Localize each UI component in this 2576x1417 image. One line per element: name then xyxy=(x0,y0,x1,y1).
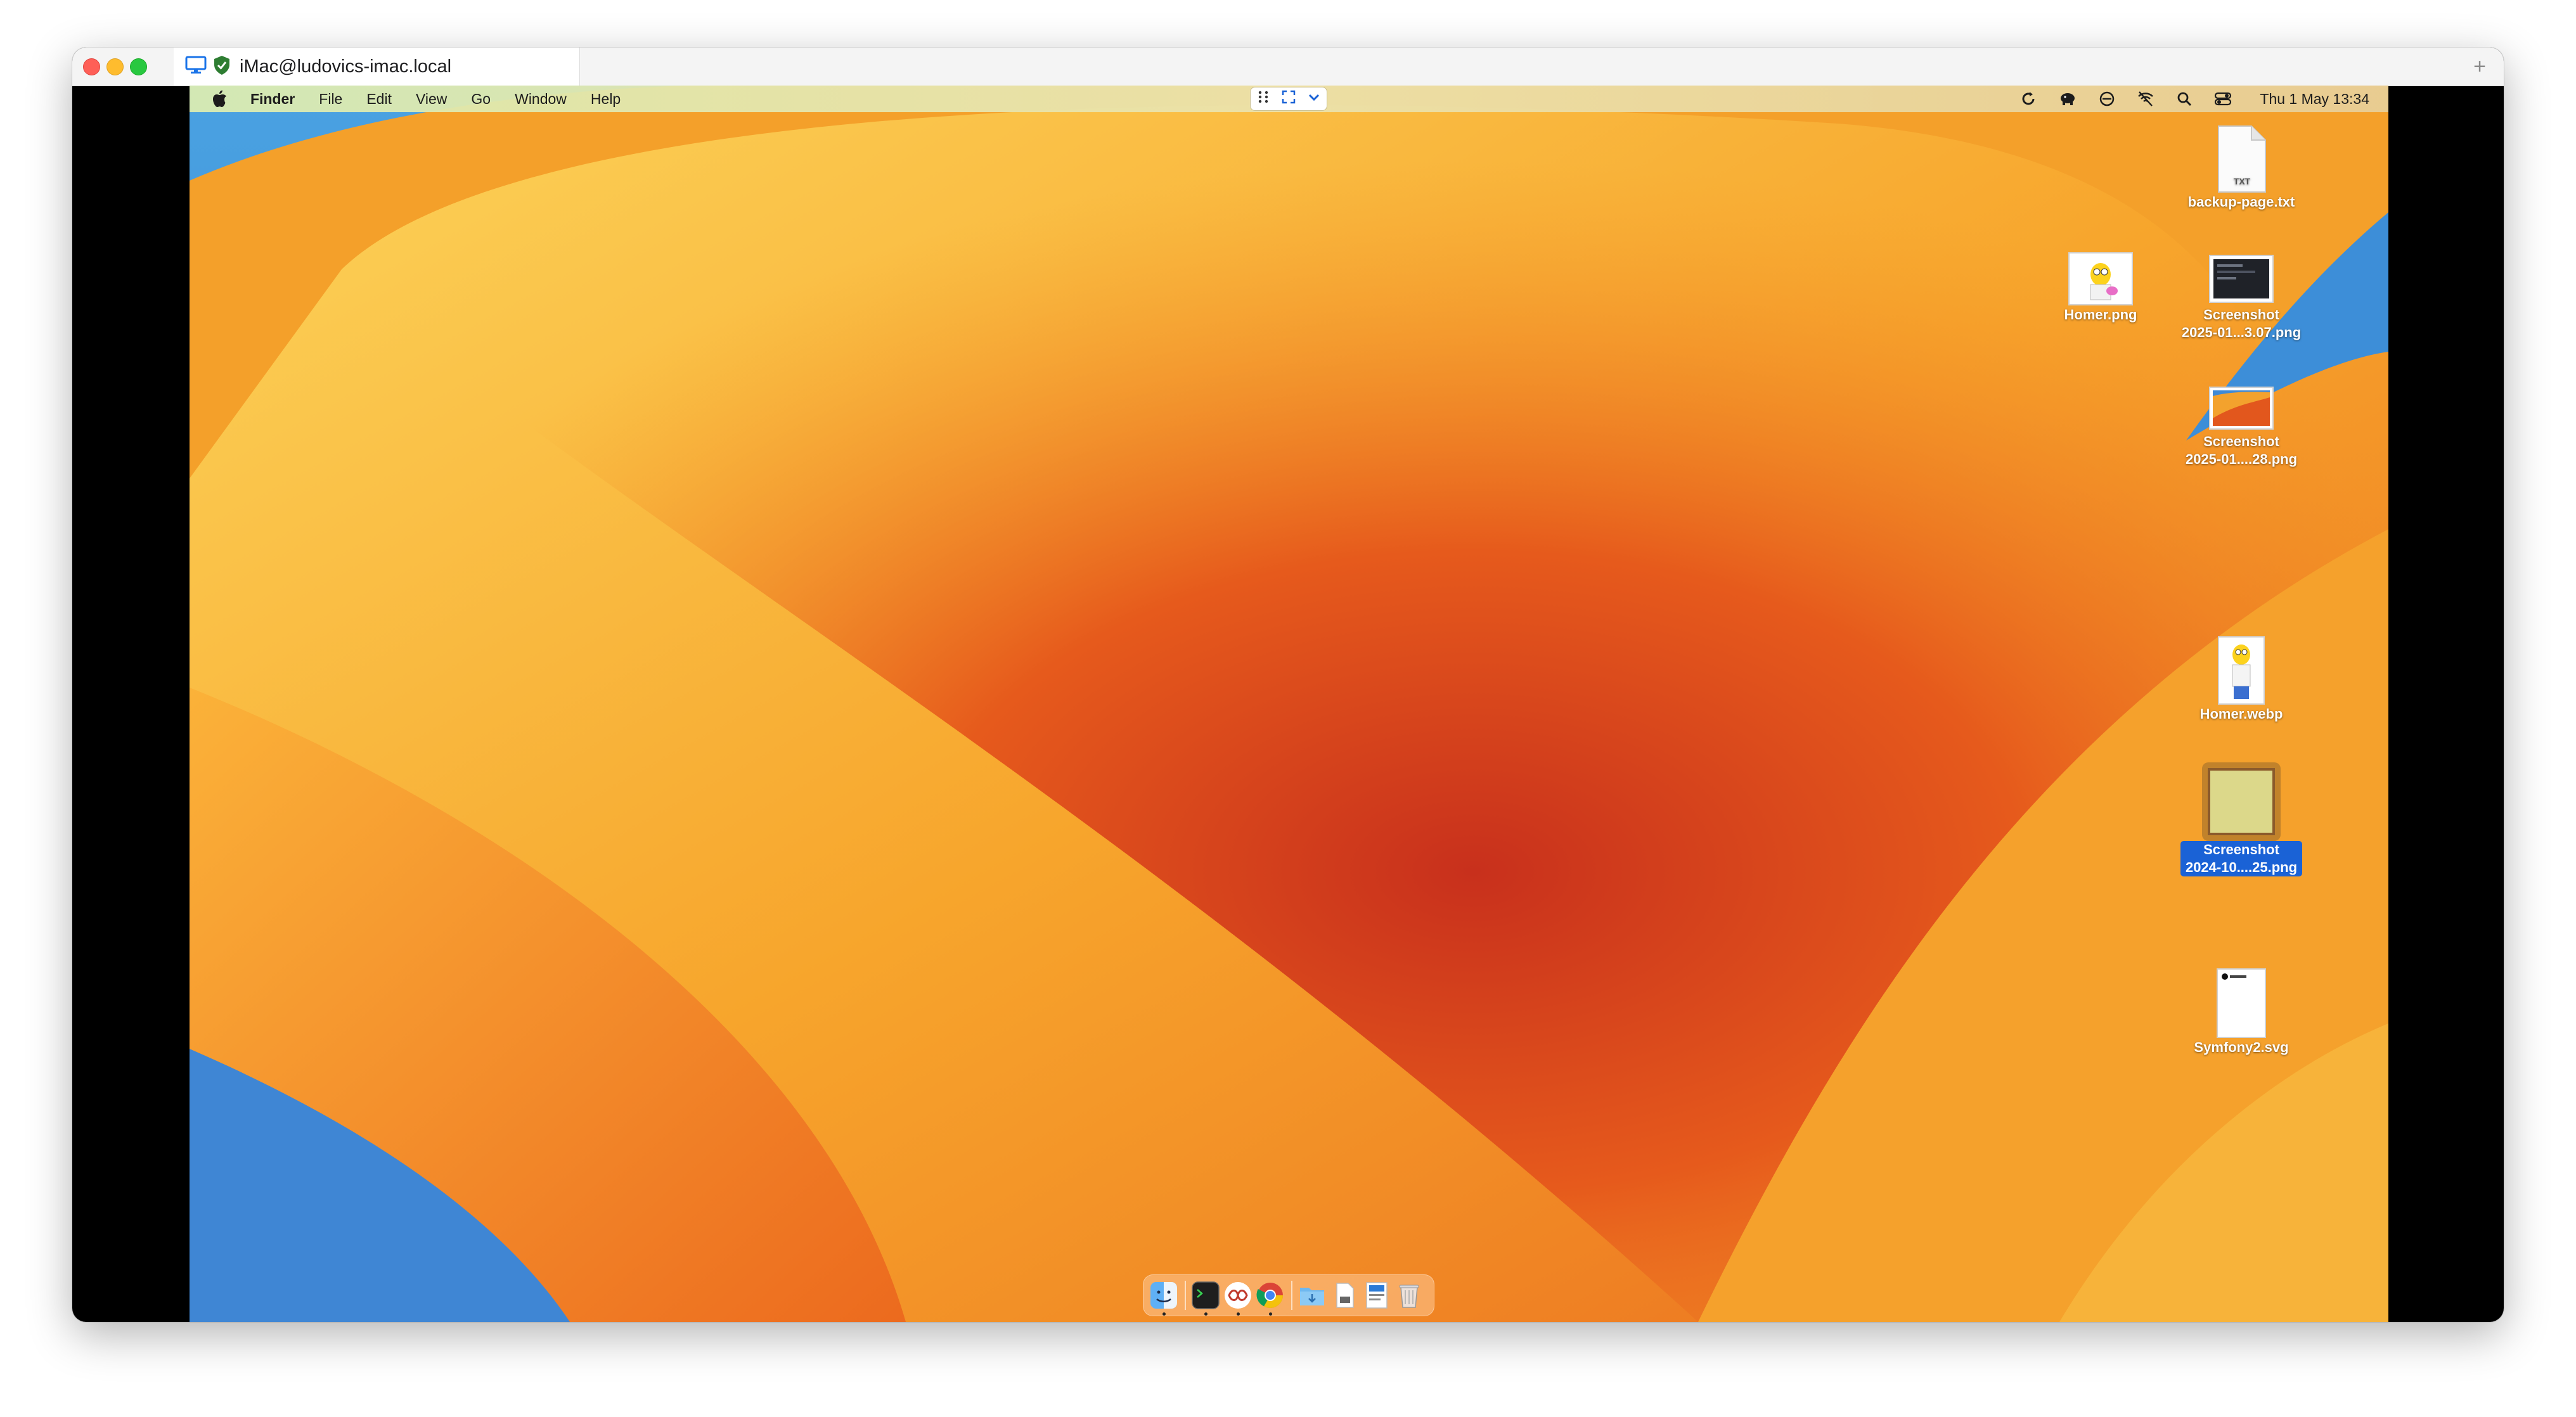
desktop-file-symfony-svg[interactable]: Symfony2.svg xyxy=(2168,968,2314,1056)
sync-icon[interactable] xyxy=(2020,91,2037,107)
menu-bar-status: Thu 1 May 13:34 xyxy=(1999,86,2369,112)
desktop-file-screenshot-2025-b[interactable]: Screenshot 2025-01....28.png xyxy=(2168,383,2314,468)
dock xyxy=(1143,1274,1434,1316)
monitor-icon xyxy=(185,56,207,78)
menu-finder[interactable]: Finder xyxy=(250,91,295,108)
running-indicator xyxy=(1269,1312,1272,1316)
dock-preview-icon[interactable] xyxy=(1363,1281,1391,1309)
running-indicator xyxy=(1204,1312,1208,1316)
file-label: Screenshot 2025-01...3.07.png xyxy=(2181,307,2302,340)
desktop-file-screenshot-2025-a[interactable]: Screenshot 2025-01...3.07.png xyxy=(2168,252,2314,342)
dock-finder-icon[interactable] xyxy=(1150,1281,1178,1316)
file-label: Homer.webp xyxy=(2199,706,2283,722)
desktop-file-screenshot-2024[interactable]: Screenshot 2024-10....25.png xyxy=(2168,762,2314,876)
maximize-button[interactable] xyxy=(130,58,147,75)
focus-mode-icon[interactable] xyxy=(2099,91,2115,107)
file-label: Homer.png xyxy=(2064,307,2137,323)
dock-remote-desktop-icon[interactable] xyxy=(1224,1281,1252,1316)
apple-logo-icon[interactable] xyxy=(211,89,228,108)
image-thumbnail-icon xyxy=(2217,636,2265,705)
screenshot-thumbnail-icon xyxy=(2208,383,2274,433)
menu-file[interactable]: File xyxy=(319,91,342,108)
menu-view[interactable]: View xyxy=(416,91,447,108)
menu-bar: Finder File Edit View Go Window Help Thu… xyxy=(190,86,2388,112)
desktop-file-homer-webp[interactable]: Homer.webp xyxy=(2168,636,2314,723)
svg-document-icon xyxy=(2216,968,2267,1039)
desktop-file-homer-png[interactable]: Homer.png xyxy=(2028,252,2174,324)
file-label: Symfony2.svg xyxy=(2194,1039,2289,1055)
menu-edit[interactable]: Edit xyxy=(366,91,392,108)
window-titlebar: iMac@ludovics-imac.local + xyxy=(72,48,2504,86)
dock-chrome-icon[interactable] xyxy=(1256,1281,1284,1316)
menu-bar-clock[interactable]: Thu 1 May 13:34 xyxy=(2260,91,2369,108)
elephant-icon[interactable] xyxy=(2058,91,2077,107)
close-button[interactable] xyxy=(83,58,100,75)
running-indicator xyxy=(1162,1312,1166,1316)
screenshot-thumbnail-icon xyxy=(2208,252,2274,306)
running-indicator xyxy=(1237,1312,1240,1316)
menu-go[interactable]: Go xyxy=(471,91,491,108)
fullscreen-icon[interactable] xyxy=(1282,90,1296,108)
dock-trash-icon[interactable] xyxy=(1395,1281,1423,1309)
screenshot-thumbnail-icon xyxy=(2202,762,2281,841)
remote-screen[interactable]: Finder File Edit View Go Window Help Thu… xyxy=(190,86,2388,1322)
remote-session-controls xyxy=(1251,87,1327,110)
dock-downloads-folder-icon[interactable] xyxy=(1298,1281,1326,1309)
dock-terminal-icon[interactable] xyxy=(1192,1281,1220,1316)
control-center-icon[interactable] xyxy=(2214,91,2232,107)
text-document-icon: TXT xyxy=(2215,125,2268,193)
file-label: backup-page.txt xyxy=(2187,194,2295,210)
tab-remote-session[interactable]: iMac@ludovics-imac.local xyxy=(174,48,580,86)
dock-document-icon[interactable] xyxy=(1330,1281,1358,1309)
txt-badge: TXT xyxy=(2234,176,2251,186)
chevron-down-icon[interactable] xyxy=(1307,90,1321,108)
dock-separator xyxy=(1185,1281,1186,1310)
image-thumbnail-icon xyxy=(2068,252,2134,306)
dock-separator xyxy=(1291,1281,1292,1310)
file-label-selected: Screenshot 2024-10....25.png xyxy=(2180,841,2303,876)
menu-window[interactable]: Window xyxy=(515,91,567,108)
wifi-off-icon[interactable] xyxy=(2137,91,2154,107)
file-label: Screenshot 2025-01....28.png xyxy=(2185,433,2298,467)
minimize-button[interactable] xyxy=(106,58,124,75)
add-tab-button[interactable]: + xyxy=(2467,54,2492,79)
search-icon[interactable] xyxy=(2176,91,2193,107)
tab-title: iMac@ludovics-imac.local xyxy=(240,56,452,77)
remote-desktop-window: iMac@ludovics-imac.local + Finder File E… xyxy=(72,48,2504,1322)
grid-icon[interactable] xyxy=(1256,90,1270,108)
shield-check-icon xyxy=(213,55,231,79)
desktop-file-backup-page[interactable]: TXT backup-page.txt xyxy=(2168,125,2314,211)
menu-help[interactable]: Help xyxy=(591,91,621,108)
